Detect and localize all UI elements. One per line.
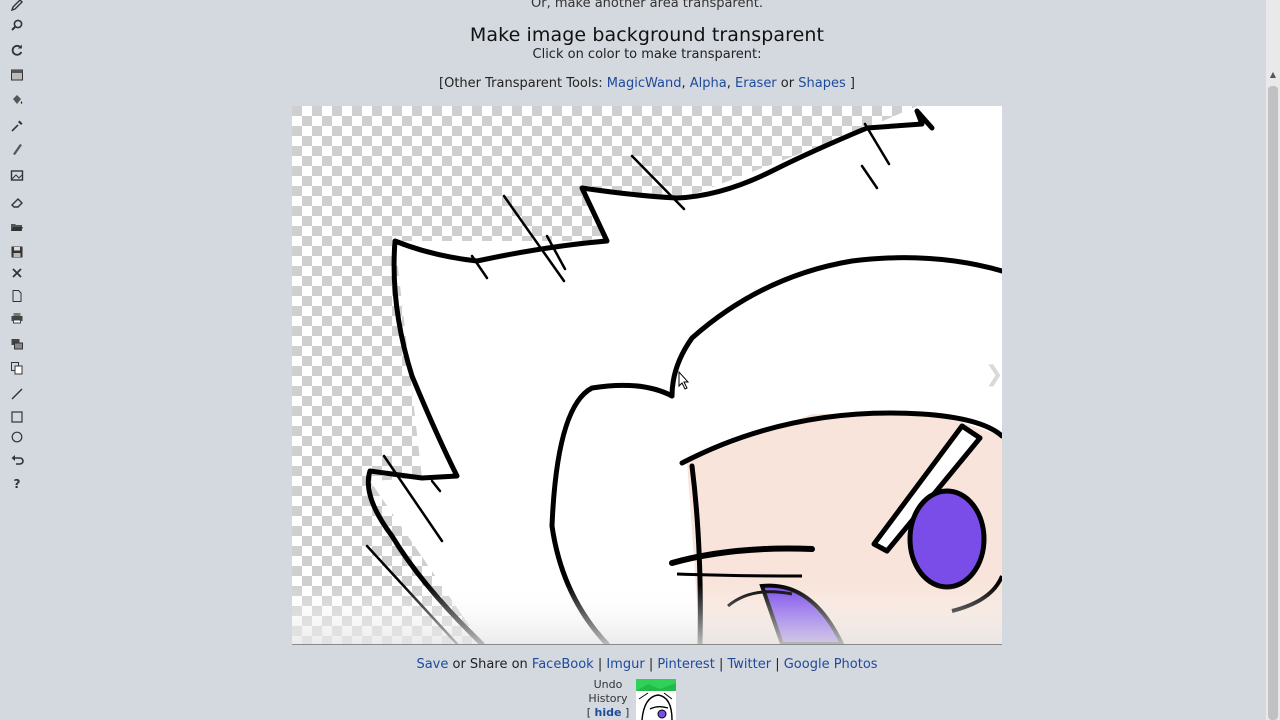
google-photos-link[interactable]: Google Photos — [784, 657, 878, 672]
or-share-on-text: or Share on — [452, 657, 528, 672]
divider: | — [597, 657, 603, 672]
shapes-link[interactable]: Shapes — [798, 76, 845, 91]
divider: | — [648, 657, 654, 672]
save-disk-icon[interactable] — [8, 243, 26, 261]
other-tools-prefix: [Other Transparent Tools: — [439, 76, 603, 91]
imgur-link[interactable]: Imgur — [606, 657, 644, 672]
eraser-link[interactable]: Eraser — [735, 76, 777, 91]
top-note: Or, make another area transparent. — [531, 0, 763, 11]
open-folder-icon[interactable] — [8, 218, 26, 236]
bracket-close: ] — [624, 706, 630, 719]
separator: , — [681, 76, 686, 91]
line-icon[interactable] — [8, 385, 26, 403]
print-icon[interactable] — [8, 309, 26, 327]
other-tools-line: [Other Transparent Tools: MagicWand, Alp… — [0, 76, 1280, 91]
undo-label-line2: History — [588, 692, 628, 705]
alpha-link[interactable]: Alpha — [690, 76, 727, 91]
instruction-text: Click on color to make transparent: — [532, 47, 762, 62]
undo-label-line1: Undo — [593, 678, 623, 691]
tool-sidebar: ? — [0, 0, 34, 720]
hide-link[interactable]: hide — [595, 706, 622, 719]
undo-history-thumbnail[interactable] — [636, 679, 676, 720]
image-bottom-fade — [292, 584, 1002, 644]
help-icon[interactable]: ? — [8, 474, 26, 492]
copy-icon[interactable] — [8, 359, 26, 377]
undo-icon[interactable] — [8, 451, 26, 469]
next-arrow-icon[interactable]: ❯ — [985, 362, 1003, 387]
circle-icon[interactable] — [8, 428, 26, 446]
divider: | — [718, 657, 724, 672]
image-canvas[interactable] — [292, 106, 1002, 645]
brush-icon[interactable] — [8, 140, 26, 158]
page-title: Make image background transparent — [469, 24, 825, 46]
image-layers-icon[interactable] — [8, 166, 26, 184]
save-link[interactable]: Save — [416, 657, 448, 672]
separator: , — [726, 76, 731, 91]
hide-control: [ hide ] — [580, 706, 636, 720]
undo-history-label: Undo History [ hide ] — [580, 678, 636, 720]
pinterest-link[interactable]: Pinterest — [657, 657, 714, 672]
share-line: Save or Share on FaceBook | Imgur | Pint… — [0, 657, 1280, 672]
rectangle-icon[interactable] — [8, 408, 26, 426]
magicwand-link[interactable]: MagicWand — [607, 76, 682, 91]
eraser-icon[interactable] — [8, 193, 26, 211]
close-icon[interactable] — [8, 264, 26, 282]
svg-text:?: ? — [14, 477, 21, 490]
scroll-thumb[interactable] — [1268, 86, 1278, 720]
facebook-link[interactable]: FaceBook — [532, 657, 594, 672]
or-text: or — [780, 76, 795, 91]
divider: | — [775, 657, 780, 672]
eyedropper-icon[interactable] — [8, 117, 26, 135]
bucket-icon[interactable] — [8, 91, 26, 109]
layers-icon[interactable] — [8, 335, 26, 353]
bracket-open: [ — [586, 706, 592, 719]
new-file-icon[interactable] — [8, 287, 26, 305]
other-tools-suffix: ] — [849, 76, 855, 91]
twitter-link[interactable]: Twitter — [727, 657, 771, 672]
page-scrollbar[interactable]: ▲ — [1266, 0, 1280, 720]
